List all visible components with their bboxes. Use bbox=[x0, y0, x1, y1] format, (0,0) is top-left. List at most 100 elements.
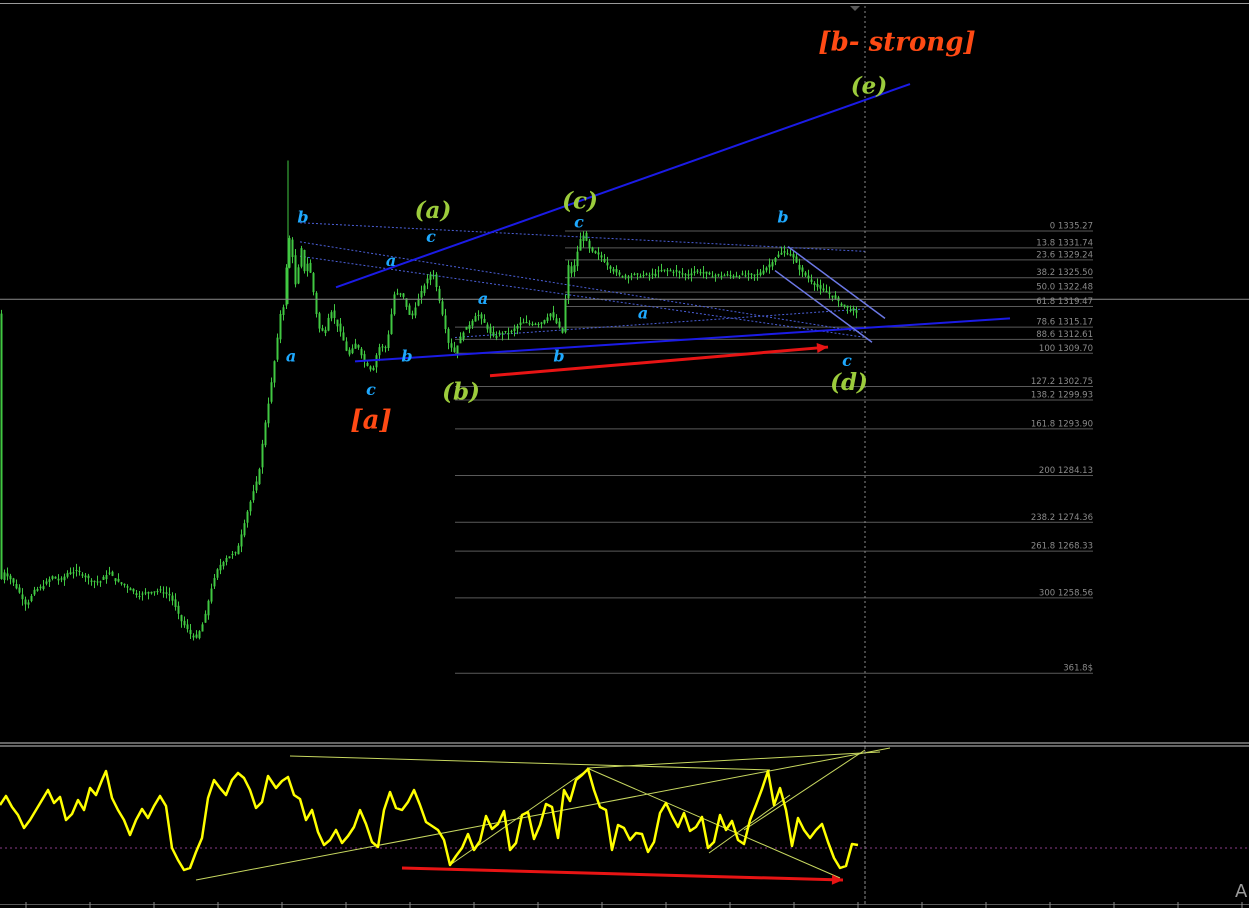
candle-body[interactable] bbox=[81, 574, 84, 576]
candle-body[interactable] bbox=[93, 580, 96, 582]
candle-body[interactable] bbox=[774, 257, 777, 262]
candle-body[interactable] bbox=[435, 274, 438, 288]
candle-body[interactable] bbox=[426, 278, 429, 284]
candle-body[interactable] bbox=[213, 578, 216, 587]
candle-body[interactable] bbox=[189, 629, 192, 635]
candle-body[interactable] bbox=[804, 272, 807, 276]
candle-body[interactable] bbox=[57, 578, 60, 581]
candle-body[interactable] bbox=[726, 274, 729, 276]
candle-body[interactable] bbox=[453, 347, 456, 353]
candle-body[interactable] bbox=[6, 573, 9, 577]
candle-body[interactable] bbox=[486, 324, 489, 330]
candle-body[interactable] bbox=[702, 272, 705, 274]
candle-body[interactable] bbox=[495, 335, 498, 339]
candle-body[interactable] bbox=[312, 273, 315, 293]
candle-body[interactable] bbox=[15, 583, 18, 589]
candle-body[interactable] bbox=[816, 284, 819, 287]
candle-body[interactable] bbox=[153, 591, 156, 593]
candle-body[interactable] bbox=[228, 556, 231, 559]
candle-body[interactable] bbox=[51, 576, 54, 579]
candle-body[interactable] bbox=[192, 635, 195, 638]
candle-body[interactable] bbox=[204, 613, 207, 623]
candle-body[interactable] bbox=[390, 314, 393, 335]
candle-body[interactable] bbox=[498, 332, 501, 334]
candle-body[interactable] bbox=[708, 272, 711, 275]
candle-body[interactable] bbox=[762, 270, 765, 274]
candle-body[interactable] bbox=[747, 273, 750, 275]
candle-body[interactable] bbox=[300, 248, 303, 267]
candle-body[interactable] bbox=[684, 274, 687, 276]
candle-body[interactable] bbox=[243, 523, 246, 536]
candle-body[interactable] bbox=[600, 255, 603, 258]
candle-body[interactable] bbox=[621, 276, 624, 278]
candle-body[interactable] bbox=[528, 323, 531, 325]
timeline-marker-icon[interactable] bbox=[850, 6, 860, 11]
candle-body[interactable] bbox=[846, 305, 849, 308]
candle-body[interactable] bbox=[333, 310, 336, 318]
candle-body[interactable] bbox=[288, 238, 291, 268]
candle-body[interactable] bbox=[549, 313, 552, 317]
candle-body[interactable] bbox=[240, 534, 243, 547]
candle-body[interactable] bbox=[525, 322, 528, 324]
candle-body[interactable] bbox=[54, 576, 57, 579]
candle-body[interactable] bbox=[108, 572, 111, 574]
candle-body[interactable] bbox=[501, 333, 504, 335]
candle-body[interactable] bbox=[465, 326, 468, 330]
candle-body[interactable] bbox=[732, 275, 735, 277]
candle-body[interactable] bbox=[603, 258, 606, 262]
candle-body[interactable] bbox=[591, 247, 594, 252]
candle-body[interactable] bbox=[705, 271, 708, 274]
candle-body[interactable] bbox=[342, 332, 345, 341]
candle-body[interactable] bbox=[216, 569, 219, 578]
candle-body[interactable] bbox=[813, 282, 816, 286]
candle-body[interactable] bbox=[174, 599, 177, 608]
candle-body[interactable] bbox=[420, 290, 423, 298]
candle-body[interactable] bbox=[825, 291, 828, 293]
candle-body[interactable] bbox=[198, 631, 201, 639]
candle-body[interactable] bbox=[309, 262, 312, 273]
oscillator-divergence-arrow[interactable] bbox=[401, 866, 844, 882]
candle-body[interactable] bbox=[696, 270, 699, 272]
candle-body[interactable] bbox=[27, 602, 30, 605]
candle-body[interactable] bbox=[327, 317, 330, 331]
candle-body[interactable] bbox=[576, 251, 579, 267]
candle-body[interactable] bbox=[480, 314, 483, 319]
candle-body[interactable] bbox=[411, 313, 414, 316]
candle-body[interactable] bbox=[588, 240, 591, 249]
candle-body[interactable] bbox=[45, 581, 48, 584]
oscillator-trendline[interactable] bbox=[586, 767, 841, 879]
candle-body[interactable] bbox=[168, 593, 171, 596]
candle-body[interactable] bbox=[519, 322, 522, 326]
candle-body[interactable] bbox=[318, 313, 321, 329]
candle-body[interactable] bbox=[558, 321, 561, 327]
candle-body[interactable] bbox=[273, 361, 276, 383]
candle-body[interactable] bbox=[681, 273, 684, 275]
candle-body[interactable] bbox=[741, 273, 744, 275]
candle-body[interactable] bbox=[669, 270, 672, 272]
candle-body[interactable] bbox=[348, 349, 351, 355]
trendline[interactable] bbox=[335, 83, 911, 289]
candle-body[interactable] bbox=[393, 294, 396, 315]
candle-body[interactable] bbox=[786, 253, 789, 255]
candle-body[interactable] bbox=[294, 255, 297, 285]
candle-body[interactable] bbox=[165, 592, 168, 594]
candle-body[interactable] bbox=[645, 273, 648, 275]
candle-body[interactable] bbox=[264, 422, 267, 446]
candle-body[interactable] bbox=[396, 293, 399, 295]
candle-body[interactable] bbox=[450, 343, 453, 348]
candle-body[interactable] bbox=[162, 592, 165, 594]
candle-body[interactable] bbox=[105, 575, 108, 580]
candle-body[interactable] bbox=[69, 572, 72, 575]
candle-body[interactable] bbox=[255, 481, 258, 491]
candle-body[interactable] bbox=[39, 586, 42, 589]
candle-body[interactable] bbox=[849, 309, 852, 312]
candle-body[interactable] bbox=[306, 263, 309, 272]
candle-body[interactable] bbox=[753, 274, 756, 276]
candle-body[interactable] bbox=[606, 262, 609, 266]
candle-body[interactable] bbox=[507, 333, 510, 335]
candle-body[interactable] bbox=[687, 274, 690, 276]
candle-body[interactable] bbox=[636, 273, 639, 275]
candle-body[interactable] bbox=[336, 319, 339, 327]
candle-body[interactable] bbox=[372, 367, 375, 371]
price-chart-pane[interactable]: 0 1335.27 13.8 1331.74 23.6 1329.24 38.2 13… bbox=[0, 6, 1249, 905]
